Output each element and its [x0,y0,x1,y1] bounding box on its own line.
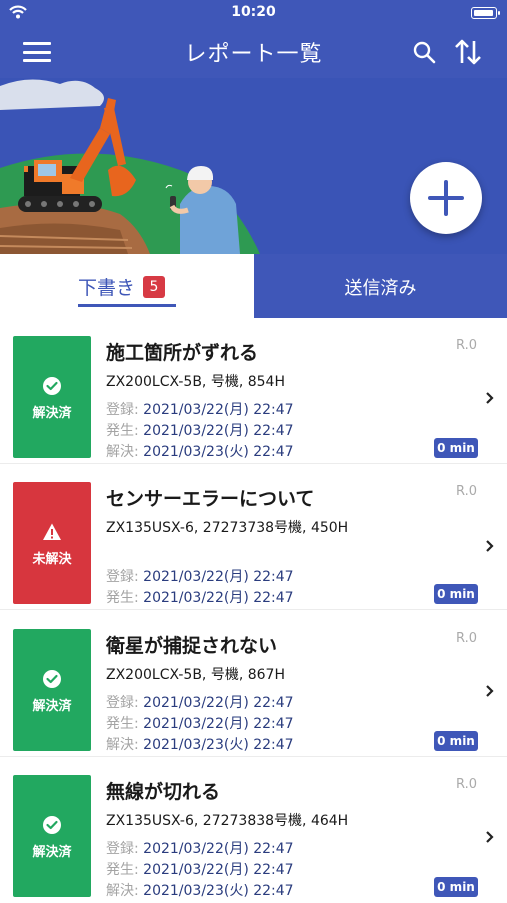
occurred-label: 発生: [106,862,144,878]
status-box-unresolved: 未解決 [13,482,91,604]
registered-row: 登録: 2021/03/22(月) 22:47 [106,838,294,858]
report-machine: ZX135USX-6, 27273838号機, 464H [106,813,349,829]
report-title: 施工箇所がずれる [106,342,259,364]
registered-label: 登録: [106,695,144,711]
status-box-resolved: 解決済 [13,775,91,897]
occurred-row: 発生: 2021/03/22(月) 22:47 [106,713,294,733]
tab-draft-label: 下書き [78,277,136,299]
status-label: 解決済 [32,406,72,421]
report-revision: R.0 [456,338,477,353]
status-box-resolved: 解決済 [13,629,91,751]
duration-badge: 0 min [434,731,478,751]
status-bar: 10:20 [0,0,507,26]
resolved-date: 2021/03/23(火) 22:47 [143,883,294,899]
report-machine: ZX135USX-6, 27273738号機, 450H [106,520,349,536]
resolved-label: 解決: [106,444,144,460]
duration-badge: 0 min [434,877,478,897]
duration-badge: 0 min [434,584,478,604]
registered-date: 2021/03/22(月) 22:47 [143,569,294,585]
report-card[interactable]: 未解決 センサーエラーについて ZX135USX-6, 27273738号機, … [0,464,507,610]
chevron-right-icon[interactable] [484,538,496,554]
status-time: 10:20 [231,4,276,20]
battery-icon [471,7,500,19]
registered-label: 登録: [106,402,144,418]
report-revision: R.0 [456,631,477,646]
registered-label: 登録: [106,841,144,857]
occurred-date: 2021/03/22(月) 22:47 [143,590,294,606]
registered-row: 登録: 2021/03/22(月) 22:47 [106,399,294,419]
search-icon[interactable] [410,38,438,66]
duration-badge: 0 min [434,438,478,458]
nav-bar: レポート一覧 [0,26,507,78]
report-title: センサーエラーについて [106,488,315,510]
tab-sent-label: 送信済み [344,278,417,299]
resolved-row: 解決: 2021/03/23(火) 22:47 [106,734,294,754]
registered-label: 登録: [106,569,144,585]
report-title: 無線が切れる [106,781,221,803]
tab-bar: 下書き 5 送信済み [0,254,507,318]
occurred-date: 2021/03/22(月) 22:47 [143,862,294,878]
resolved-row: 解決: 2021/03/23(火) 22:47 [106,441,294,461]
check-circle-icon [43,377,61,395]
occurred-row: 発生: 2021/03/22(月) 22:47 [106,420,294,440]
report-machine: ZX200LCX-5B, 号機, 867H [106,667,285,683]
occurred-label: 発生: [106,590,144,606]
sort-icon[interactable] [452,37,484,67]
report-revision: R.0 [456,484,477,499]
registered-date: 2021/03/22(月) 22:47 [143,695,294,711]
occurred-row: 発生: 2021/03/22(月) 22:47 [106,859,294,879]
report-machine: ZX200LCX-5B, 号機, 854H [106,374,285,390]
registered-date: 2021/03/22(月) 22:47 [143,841,294,857]
tab-sent[interactable]: 送信済み [254,254,507,318]
check-circle-icon [43,670,61,688]
draft-count-badge: 5 [143,275,166,298]
report-card[interactable]: 解決済 無線が切れる ZX135USX-6, 27273838号機, 464H … [0,757,507,903]
occurred-date: 2021/03/22(月) 22:47 [143,716,294,732]
report-title: 衛星が捕捉されない [106,635,278,657]
warning-icon [43,523,61,540]
report-card[interactable]: 解決済 衛星が捕捉されない ZX200LCX-5B, 号機, 867H R.0 … [0,611,507,757]
occurred-date: 2021/03/22(月) 22:47 [143,423,294,439]
occurred-row: 発生: 2021/03/22(月) 22:47 [106,587,294,607]
add-report-button[interactable] [410,162,482,234]
report-revision: R.0 [456,777,477,792]
occurred-label: 発生: [106,716,144,732]
resolved-row: 解決: 2021/03/23(火) 22:47 [106,880,294,900]
status-label: 未解決 [32,552,72,567]
occurred-label: 発生: [106,423,144,439]
resolved-date: 2021/03/23(火) 22:47 [143,737,294,753]
chevron-right-icon[interactable] [484,683,496,699]
status-box-resolved: 解決済 [13,336,91,458]
resolved-label: 解決: [106,737,144,753]
tab-draft[interactable]: 下書き 5 [0,254,254,318]
check-circle-icon [43,816,61,834]
chevron-right-icon[interactable] [484,829,496,845]
status-label: 解決済 [32,699,72,714]
registered-row: 登録: 2021/03/22(月) 22:47 [106,566,294,586]
registered-row: 登録: 2021/03/22(月) 22:47 [106,692,294,712]
registered-date: 2021/03/22(月) 22:47 [143,402,294,418]
report-card[interactable]: 解決済 施工箇所がずれる ZX200LCX-5B, 号機, 854H R.0 登… [0,318,507,464]
chevron-right-icon[interactable] [484,390,496,406]
resolved-date: 2021/03/23(火) 22:47 [143,444,294,460]
active-tab-indicator [78,304,176,307]
resolved-label: 解決: [106,883,144,899]
status-label: 解決済 [32,845,72,860]
